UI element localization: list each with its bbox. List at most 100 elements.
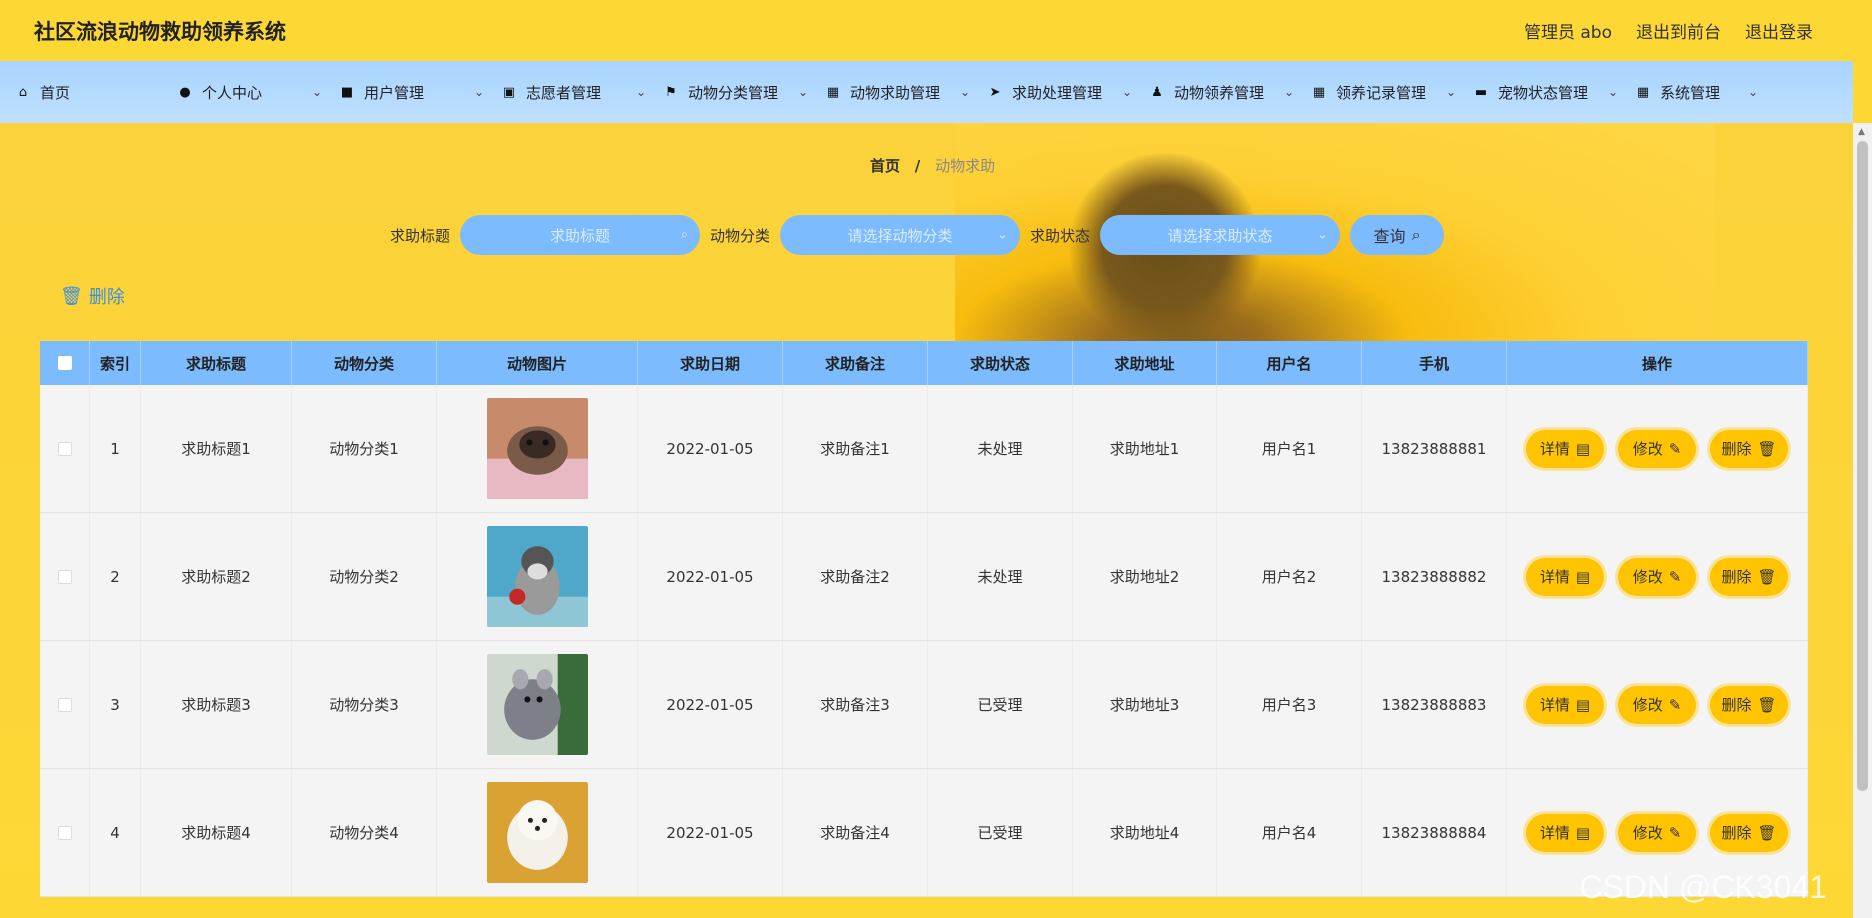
content-area: 首页 / 动物求助 求助标题 求助标题 ⌕ 动物分类 请选择动物分类 ⌄ 求助状… (0, 123, 1853, 918)
nav-item-adoption[interactable]: ♟ 动物领养管理 ⌄ (1142, 61, 1304, 123)
trash-icon: 🗑 (1757, 695, 1777, 714)
nav-item-personal[interactable]: ● 个人中心 ⌄ (170, 61, 332, 123)
edit-button[interactable]: 修改 ✎ (1618, 429, 1696, 468)
table-row: 3 求助标题3 动物分类3 2022-01-05 求助备注3 已受理 求助地址3 用户名3 13… (40, 641, 1808, 769)
cell-status: 未处理 (928, 385, 1073, 512)
nav-item-home[interactable]: ⌂ 首页 (0, 61, 170, 123)
nav-item-records[interactable]: ▦ 领养记录管理 ⌄ (1304, 61, 1466, 123)
delete-button[interactable]: 删除 🗑 (1710, 429, 1788, 468)
nav-label: 领养记录管理 (1336, 83, 1427, 102)
detail-button[interactable]: 详情 ▤ (1526, 429, 1604, 468)
cell-address: 求助地址3 (1073, 641, 1217, 768)
chevron-down-icon: ⌄ (1283, 85, 1294, 99)
cell-image (437, 769, 638, 896)
delete-button[interactable]: 删除 🗑 (1710, 557, 1788, 596)
nav-label: 系统管理 (1660, 83, 1721, 102)
edit-button[interactable]: 修改 ✎ (1618, 685, 1696, 724)
row-checkbox[interactable] (57, 441, 72, 456)
grid-icon: ▦ (826, 84, 840, 100)
nav-item-system[interactable]: ▦ 系统管理 ⌄ (1628, 61, 1768, 123)
select-all-checkbox[interactable] (57, 356, 72, 370)
category-select[interactable]: 请选择动物分类 ⌄ (780, 215, 1021, 255)
cell-user: 用户名2 (1217, 513, 1362, 640)
nav-label: 志愿者管理 (526, 83, 602, 102)
detail-button[interactable]: 详情 ▤ (1526, 813, 1604, 852)
cell-user: 用户名1 (1217, 385, 1362, 512)
nav-item-categories[interactable]: ⚑ 动物分类管理 ⌄ (656, 61, 818, 123)
scroll-up-icon[interactable]: ▲ (1858, 127, 1865, 137)
edit-label: 修改 (1632, 568, 1663, 586)
row-select-cell (40, 385, 90, 512)
trash-icon: 🗑 (1757, 567, 1777, 586)
cell-actions: 详情 ▤ 修改 ✎ 删除 🗑 (1507, 385, 1808, 512)
cell-image (437, 641, 638, 768)
nav-item-volunteers[interactable]: ▣ 志愿者管理 ⌄ (494, 61, 656, 123)
animal-image (486, 398, 588, 499)
user-icon: ● (179, 84, 191, 100)
cell-phone: 13823888884 (1362, 769, 1507, 896)
query-button[interactable]: 查询 ⌕ (1350, 215, 1445, 255)
delete-label: 删除 (1721, 696, 1752, 714)
chevron-down-icon: ⌄ (959, 85, 970, 99)
nav-item-users[interactable]: ■ 用户管理 ⌄ (332, 61, 494, 123)
page-scrollbar[interactable]: ▲ (1853, 123, 1872, 918)
header-user: 用户名 (1217, 341, 1362, 385)
pencil-icon: ✎ (1668, 823, 1682, 842)
delete-label: 删除 (1721, 824, 1752, 842)
title-search-input[interactable]: 求助标题 ⌕ (460, 215, 701, 255)
header-category: 动物分类 (292, 341, 437, 385)
cell-date: 2022-01-05 (638, 385, 783, 512)
row-checkbox[interactable] (57, 697, 72, 712)
send-icon: ➤ (989, 84, 1001, 100)
row-checkbox[interactable] (57, 825, 72, 840)
logout-link[interactable]: 退出登录 (1745, 18, 1813, 43)
document-icon: ▤ (1575, 567, 1591, 586)
to-front-link[interactable]: 退出到前台 (1636, 18, 1721, 43)
detail-button[interactable]: 详情 ▤ (1526, 557, 1604, 596)
search-bar: 求助标题 求助标题 ⌕ 动物分类 请选择动物分类 ⌄ 求助状态 请选择求助状态 … (390, 215, 1445, 255)
cell-image (437, 513, 638, 640)
trash-icon: 🗑 (60, 285, 83, 307)
scroll-thumb[interactable] (1857, 141, 1868, 791)
cell-note: 求助备注4 (783, 769, 928, 896)
row-select-cell (40, 769, 90, 896)
edit-button[interactable]: 修改 ✎ (1618, 557, 1696, 596)
document-icon: ▤ (1575, 439, 1591, 458)
briefcase-icon: ▬ (1474, 84, 1488, 100)
animal-image (486, 526, 588, 627)
header-actions: 操作 (1507, 341, 1808, 385)
cell-date: 2022-01-05 (638, 641, 783, 768)
chevron-down-icon: ⌄ (1445, 85, 1456, 99)
breadcrumb-home[interactable]: 首页 (870, 157, 900, 175)
cell-note: 求助备注2 (783, 513, 928, 640)
edit-label: 修改 (1632, 440, 1663, 458)
header-index: 索引 (90, 341, 141, 385)
chevron-down-icon: ⌄ (311, 85, 322, 99)
status-label: 求助状态 (1030, 226, 1091, 245)
delete-button[interactable]: 删除 🗑 (1710, 685, 1788, 724)
delete-button[interactable]: 删除 🗑 (1710, 813, 1788, 852)
nav-label: 动物领养管理 (1174, 83, 1265, 102)
nav-item-rescue[interactable]: ▦ 动物求助管理 ⌄ (818, 61, 980, 123)
detail-label: 详情 (1539, 824, 1570, 842)
detail-button[interactable]: 详情 ▤ (1526, 685, 1604, 724)
edit-button[interactable]: 修改 ✎ (1618, 813, 1696, 852)
cell-user: 用户名3 (1217, 641, 1362, 768)
flag-icon: ⚑ (665, 84, 677, 100)
header-status: 求助状态 (928, 341, 1073, 385)
table-header: 索引 求助标题 动物分类 动物图片 求助日期 求助备注 求助状态 求助地址 用户… (40, 341, 1808, 385)
nav-item-pet-status[interactable]: ▬ 宠物状态管理 ⌄ (1466, 61, 1628, 123)
cell-status: 已受理 (928, 641, 1073, 768)
row-checkbox[interactable] (57, 569, 72, 584)
cell-phone: 13823888881 (1362, 385, 1507, 512)
status-select[interactable]: 请选择求助状态 ⌄ (1100, 215, 1341, 255)
batch-delete-button[interactable]: 🗑 删除 (60, 283, 125, 309)
detail-label: 详情 (1539, 568, 1570, 586)
table-row: 4 求助标题4 动物分类4 2022-01-05 求助备注4 已受理 求助地址4 用户名4 13… (40, 769, 1808, 897)
select-all-cell (40, 341, 90, 385)
edit-label: 修改 (1632, 824, 1663, 842)
category-label: 动物分类 (710, 226, 771, 245)
nav-item-handling[interactable]: ➤ 求助处理管理 ⌄ (980, 61, 1142, 123)
cell-category: 动物分类3 (292, 641, 437, 768)
wallet-icon: ■ (340, 84, 354, 100)
